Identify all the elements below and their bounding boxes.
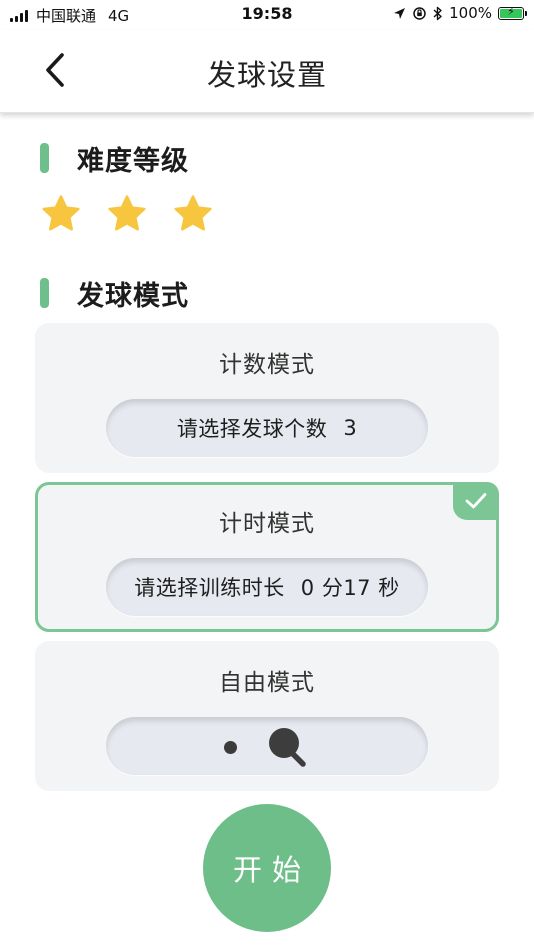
- status-bar: 中国联通 4G 19:58 100% ⚡: [0, 0, 534, 30]
- page-title: 发球设置: [206, 58, 327, 92]
- orientation-lock-icon: [413, 6, 426, 20]
- difficulty-stars[interactable]: [40, 193, 214, 235]
- serve-count-value: 3: [343, 416, 358, 440]
- training-duration-value: 0 分17 秒: [300, 576, 400, 600]
- nav-header: 发球设置: [0, 30, 534, 113]
- section-accent-bar: [40, 278, 49, 308]
- bluetooth-icon: [433, 6, 442, 20]
- serve-mode-title: 发球模式: [77, 280, 189, 312]
- status-right: 100% ⚡: [393, 4, 527, 22]
- star-icon[interactable]: [40, 193, 82, 235]
- difficulty-title: 难度等级: [77, 145, 189, 177]
- start-button[interactable]: 开始: [203, 804, 331, 932]
- star-icon[interactable]: [172, 193, 214, 235]
- serve-settings-screen: 中国联通 4G 19:58 100% ⚡ 发球设置 难度等级 发球模式 计数模式…: [0, 0, 534, 950]
- count-mode-title: 计数模式: [219, 352, 315, 378]
- free-mode-slider[interactable]: [106, 717, 428, 775]
- battery-percent: 100%: [449, 4, 492, 22]
- serve-count-label: 请选择发球个数: [176, 417, 328, 441]
- serve-mode-section-title: 发球模式: [40, 276, 189, 312]
- section-accent-bar: [40, 143, 49, 173]
- timed-mode-title: 计时模式: [219, 511, 315, 537]
- free-mode-title: 自由模式: [219, 670, 315, 696]
- free-mode-card[interactable]: 自由模式: [35, 641, 499, 791]
- training-duration-label: 请选择训练时长: [134, 576, 285, 600]
- timed-mode-card[interactable]: 计时模式 请选择训练时长 0 分17 秒: [35, 482, 499, 632]
- battery-icon: ⚡: [498, 5, 527, 20]
- ball-icon: [224, 741, 237, 754]
- difficulty-section-title: 难度等级: [40, 141, 189, 177]
- count-mode-card[interactable]: 计数模式 请选择发球个数 3: [35, 323, 499, 473]
- ping-pong-paddle-icon[interactable]: [264, 723, 312, 771]
- star-icon[interactable]: [106, 193, 148, 235]
- training-duration-selector[interactable]: 请选择训练时长 0 分17 秒: [106, 558, 428, 616]
- serve-count-selector[interactable]: 请选择发球个数 3: [106, 399, 428, 457]
- location-arrow-icon: [394, 7, 406, 19]
